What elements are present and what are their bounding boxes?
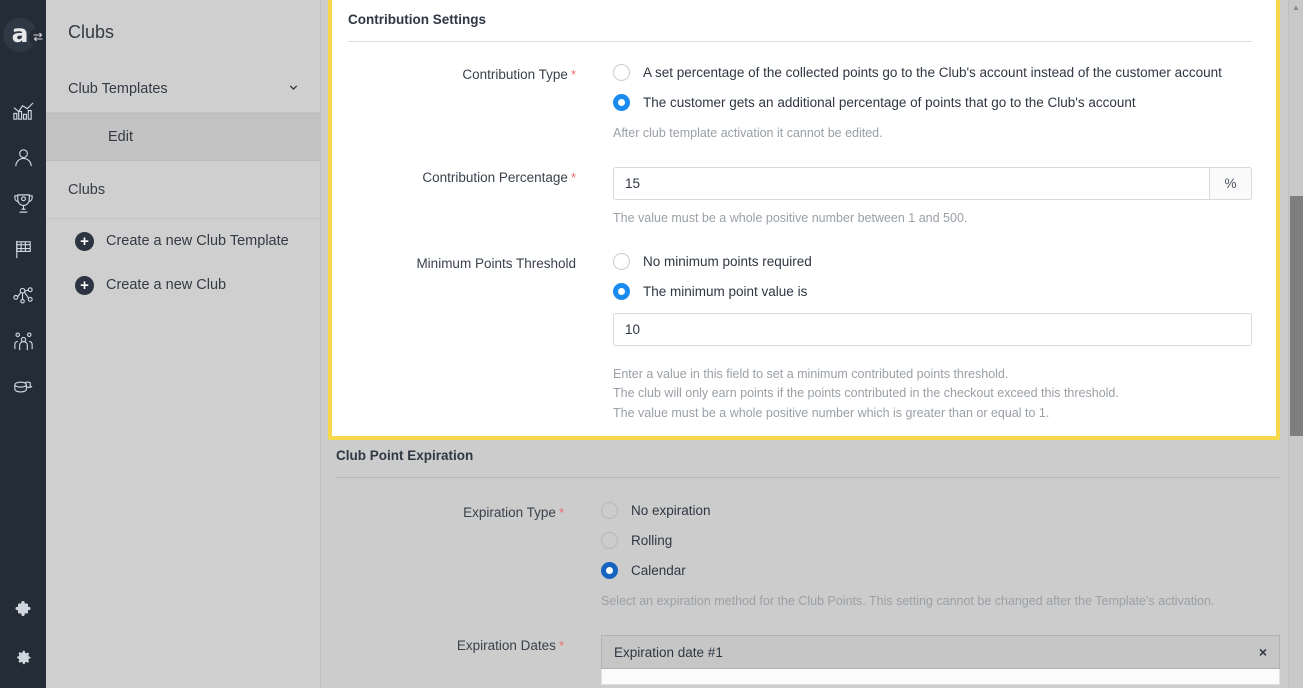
radio-icon-selected[interactable] [613,94,630,111]
radio-icon[interactable] [601,532,618,549]
expiration-date-item-body [601,669,1280,686]
threshold-option-minimum-value[interactable]: The minimum point value is [613,282,1252,300]
create-club-template-action[interactable]: + Create a new Club Template [46,219,320,263]
expiration-option-rolling[interactable]: Rolling [601,532,1280,549]
expiration-type-label-wrap: Expiration Type * [328,502,564,523]
radio-label: A set percentage of the collected points… [643,65,1222,80]
contribution-percentage-label: Contribution Percentage [422,170,568,186]
threshold-label-wrap: Minimum Points Threshold [344,253,576,274]
sidebar-item-label: Club Templates [68,80,168,97]
expiration-divider [336,477,1280,478]
expiration-type-label: Expiration Type [463,505,556,520]
app-root: a Clubs Club Templates Edit Clubs + Crea… [0,0,1303,688]
radio-label: The customer gets an additional percenta… [643,95,1136,110]
customer-icon[interactable] [0,134,46,180]
swap-icon[interactable] [29,28,47,46]
plus-circle-icon: + [75,231,94,251]
network-icon[interactable] [0,272,46,318]
contribution-percentage-control: % The value must be a whole positive num… [576,167,1252,228]
contribution-option-additional-percentage[interactable]: The customer gets an additional percenta… [613,94,1252,111]
contribution-panel-inner: Contribution Settings Contribution Type *… [332,0,1276,423]
audience-group-icon[interactable] [0,318,46,364]
sidebar-item-club-templates[interactable]: Club Templates [46,65,320,113]
threshold-option-no-minimum[interactable]: No minimum points required [613,252,1252,270]
contribution-option-set-percentage[interactable]: A set percentage of the collected points… [613,64,1252,81]
radio-label: The minimum point value is [643,283,808,299]
minimum-points-input[interactable] [613,312,1252,346]
expiration-dates-label-wrap: Expiration Dates * [328,635,564,656]
threshold-control: No minimum points required The minimum p… [576,252,1252,423]
expiration-option-calendar[interactable]: Calendar [601,562,1280,579]
expiration-dates-label: Expiration Dates [456,638,556,654]
expiration-type-row: Expiration Type * No expiration Rolling C… [328,502,1280,611]
sidebar-item-clubs[interactable]: Clubs [46,161,320,219]
sidebar-item-label: Clubs [68,181,106,198]
create-club-template-label: Create a new Club Template [106,233,289,249]
scrollbar-thumb[interactable] [1290,196,1303,436]
create-club-action[interactable]: + Create a new Club [46,263,320,307]
plus-circle-icon: + [75,275,94,295]
logo-letter: a [11,18,29,48]
vertical-scrollbar[interactable]: ▲ [1288,0,1303,688]
expiration-dates-row: Expiration Dates * Expiration date #1 × [328,635,1280,686]
threshold-hint-2: The club will only earn points if the po… [613,386,1119,401]
contribution-type-label: Contribution Type [462,67,568,82]
expiration-type-hint: Select an expiration method for the Club… [601,594,1215,608]
contribution-type-control: A set percentage of the collected points… [576,64,1252,143]
contribution-type-row: Contribution Type * A set percentage of t… [344,64,1252,143]
app-logo[interactable]: a [0,0,47,70]
database-coins-icon[interactable] [0,364,46,410]
expiration-option-no-expiration[interactable]: No expiration [601,502,1280,519]
radio-icon-selected[interactable] [601,562,618,579]
rail-icon-list [0,88,46,410]
radio-label: No minimum points required [643,253,812,269]
contribution-percentage-input[interactable] [613,167,1209,201]
threshold-hint-3: The value must be a whole positive numbe… [613,405,1050,420]
percentage-input-group: % [613,167,1252,201]
contribution-percentage-row: Contribution Percentage* % The value mus… [344,167,1252,228]
percent-suffix-icon: % [1209,167,1252,201]
contribution-divider [348,41,1252,42]
contribution-type-label-wrap: Contribution Type * [344,64,576,85]
contribution-percentage-label-wrap: Contribution Percentage * [344,167,576,188]
contribution-percentage-hint: The value must be a whole positive numbe… [613,211,968,226]
radio-label: Calendar [631,563,686,578]
sidebar-item-label: Edit [108,129,133,145]
puzzle-icon[interactable] [0,588,46,634]
icon-rail: a [0,0,47,688]
sidebar-item-edit[interactable]: Edit [46,113,320,161]
sidebar: Clubs Club Templates Edit Clubs + Create… [46,0,321,688]
sidebar-title: Clubs [68,22,115,42]
threshold-hint-1: Enter a value in this field to set a min… [613,366,1009,381]
threshold-input-group [613,312,1252,346]
main-content: Club Point Expiration Expiration Type * N… [321,0,1303,688]
expiration-type-control: No expiration Rolling Calendar Select an… [564,502,1280,611]
radio-label: No expiration [631,503,711,518]
gear-icon[interactable] [0,634,46,680]
expiration-section-title: Club Point Expiration [336,448,474,463]
radio-icon[interactable] [601,502,618,519]
club-point-expiration-section: Club Point Expiration Expiration Type * N… [328,448,1280,688]
analytics-icon[interactable] [0,88,46,134]
contribution-section-title: Contribution Settings [348,12,486,27]
campaign-flag-icon[interactable] [0,226,46,272]
expiration-date-item-header[interactable]: Expiration date #1 × [601,635,1280,670]
close-icon[interactable]: × [1259,644,1267,660]
radio-label: Rolling [631,533,673,548]
radio-icon[interactable] [613,252,630,270]
expiration-dates-control: Expiration date #1 × [564,635,1280,686]
threshold-label: Minimum Points Threshold [416,255,576,271]
contribution-type-hint: After club template activation it cannot… [613,126,883,140]
radio-icon-selected[interactable] [613,282,630,300]
chevron-down-icon [287,81,300,97]
contribution-settings-panel: Contribution Settings Contribution Type *… [328,0,1280,440]
rail-bottom-icons [0,588,46,680]
radio-icon[interactable] [613,64,630,81]
create-club-label: Create a new Club [106,277,227,293]
scroll-up-arrow-icon[interactable]: ▲ [1289,0,1303,15]
minimum-points-threshold-row: Minimum Points Threshold No minimum poin… [344,252,1252,423]
expiration-date-item-label: Expiration date #1 [614,644,723,660]
trophy-icon[interactable] [0,180,46,226]
